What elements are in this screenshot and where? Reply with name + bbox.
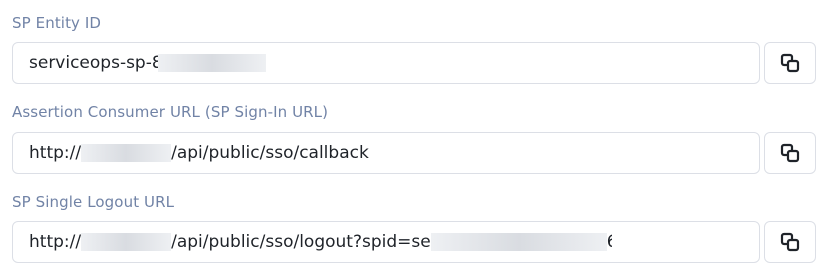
copy-icon xyxy=(780,53,800,73)
redacted-text xyxy=(430,233,607,251)
acs-url-prefix: http:// xyxy=(29,143,82,163)
sp-entity-id-label: SP Entity ID xyxy=(12,14,102,32)
copy-icon xyxy=(780,143,800,163)
slo-url-tail: 6 xyxy=(607,232,612,252)
copy-acs-url-button[interactable] xyxy=(764,132,816,174)
copy-sp-entity-id-button[interactable] xyxy=(764,42,816,84)
copy-slo-url-button[interactable] xyxy=(764,221,816,263)
slo-url-field[interactable]: http:// /api/public/sso/logout?spid=se 6 xyxy=(12,221,760,263)
copy-icon xyxy=(780,232,800,252)
redacted-text xyxy=(81,144,172,162)
acs-url-field[interactable]: http:// /api/public/sso/callback xyxy=(12,132,760,174)
slo-url-suffix: /api/public/sso/logout?spid=se xyxy=(171,232,431,252)
sp-entity-id-value: serviceops-sp- xyxy=(29,53,152,73)
slo-url-label: SP Single Logout URL xyxy=(12,193,175,211)
redacted-text xyxy=(81,233,172,251)
acs-url-label: Assertion Consumer URL (SP Sign-In URL) xyxy=(12,103,329,121)
slo-url-prefix: http:// xyxy=(29,232,82,252)
acs-url-suffix: /api/public/sso/callback xyxy=(171,143,369,163)
sp-entity-id-field[interactable]: serviceops-sp-8 xyxy=(12,42,760,84)
redacted-text xyxy=(157,54,266,72)
